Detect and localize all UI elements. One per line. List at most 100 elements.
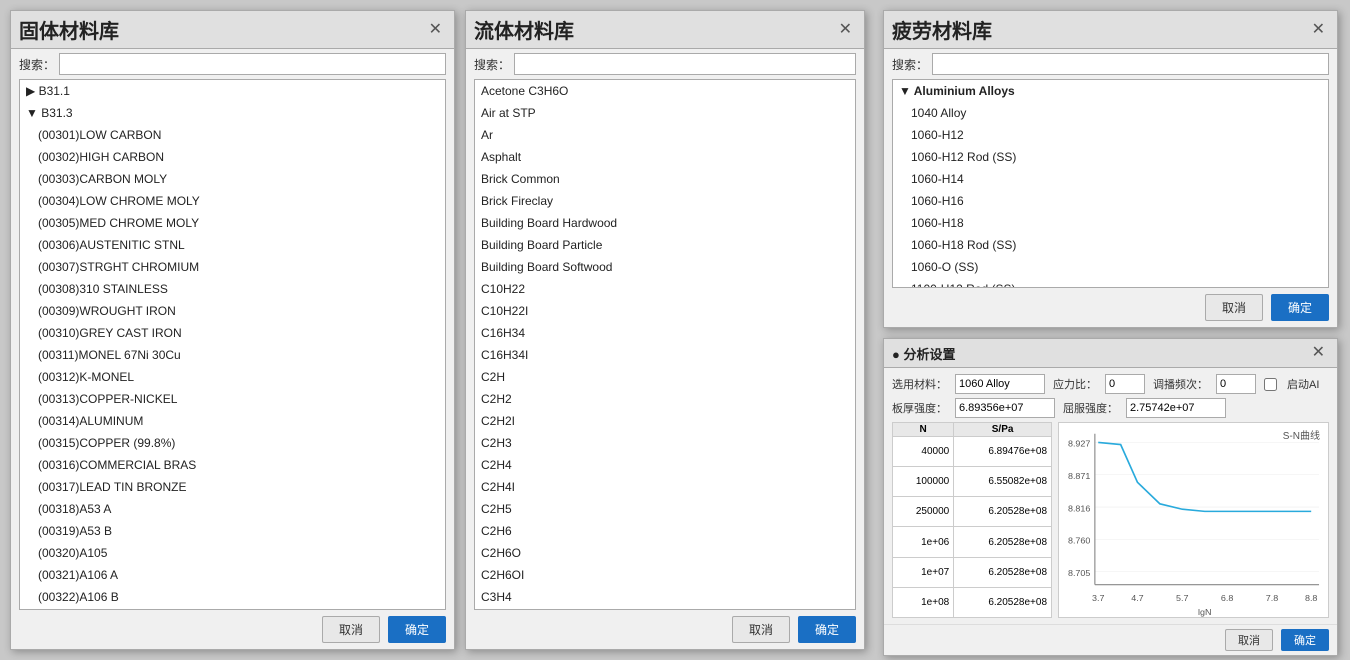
list-item[interactable]: (00317)LEAD TIN BRONZE: [20, 476, 445, 498]
dialog1-search-label: 搜索：: [19, 56, 55, 73]
list-item[interactable]: (00305)MED CHROME MOLY: [20, 212, 445, 234]
list-item[interactable]: (00304)LOW CHROME MOLY: [20, 190, 445, 212]
list-item[interactable]: (00322)A106 B: [20, 586, 445, 608]
dialog2-ok-button[interactable]: 确定: [798, 616, 856, 643]
list-item[interactable]: 1060-H12: [893, 124, 1328, 146]
dialog3-ok-button[interactable]: 确定: [1271, 294, 1329, 321]
list-item[interactable]: C2H6: [475, 520, 855, 542]
list-item[interactable]: C10H22I: [475, 300, 855, 322]
dialog3-close-button[interactable]: ✕: [1308, 20, 1329, 40]
dialog3-footer: 取消 确定: [884, 288, 1337, 327]
dialog2-cancel-button[interactable]: 取消: [732, 616, 790, 643]
list-item[interactable]: Asphalt: [475, 146, 855, 168]
list-item[interactable]: 1060-H16: [893, 190, 1328, 212]
dialog2-close-button[interactable]: ✕: [835, 20, 856, 40]
list-item[interactable]: C2H: [475, 366, 855, 388]
list-item[interactable]: C2H4I: [475, 476, 855, 498]
list-item[interactable]: C3H4: [475, 586, 855, 608]
list-item[interactable]: 1060-H18: [893, 212, 1328, 234]
limit-input[interactable]: [1126, 398, 1226, 418]
list-item[interactable]: C16H34I: [475, 344, 855, 366]
list-item[interactable]: C2H6O: [475, 542, 855, 564]
list-item[interactable]: 1100-H12 Rod (SS): [893, 278, 1328, 288]
list-item[interactable]: (00311)MONEL 67Ni 30Cu: [20, 344, 445, 366]
analysis-panel-close-button[interactable]: ✕: [1308, 343, 1329, 363]
list-item[interactable]: Acetone C3H6O: [475, 80, 855, 102]
list-item[interactable]: C2H2I: [475, 410, 855, 432]
sn-table-cell: 40000: [893, 437, 954, 467]
list-item[interactable]: (00320)A105: [20, 542, 445, 564]
sn-table-cell: 6.20528e+08: [954, 497, 1052, 527]
list-item[interactable]: C2H4: [475, 454, 855, 476]
dialog3-list[interactable]: ▼ Aluminium Alloys1040 Alloy1060-H121060…: [892, 79, 1329, 288]
list-item[interactable]: 1040 Alloy: [893, 102, 1328, 124]
list-item[interactable]: C2H3: [475, 432, 855, 454]
list-item[interactable]: (00302)HIGH CARBON: [20, 146, 445, 168]
list-item[interactable]: Building Board Hardwood: [475, 212, 855, 234]
list-item[interactable]: 1060-H18 Rod (SS): [893, 234, 1328, 256]
dialog2-list[interactable]: Acetone C3H6OAir at STPArAsphaltBrick Co…: [474, 79, 856, 610]
sn-table-cell: 250000: [893, 497, 954, 527]
sn-table-row: 400006.89476e+08: [893, 437, 1052, 467]
list-item[interactable]: (00310)GREY CAST IRON: [20, 322, 445, 344]
sn-table-cell: 6.55082e+08: [954, 467, 1052, 497]
dialog1-search-input[interactable]: [59, 53, 446, 75]
sn-chart-title: S-N曲线: [1283, 427, 1320, 442]
smooth-input[interactable]: [1216, 374, 1256, 394]
thickness-label: 板厚强度：: [892, 400, 947, 416]
list-item[interactable]: (00314)ALUMINUM: [20, 410, 445, 432]
list-item[interactable]: C16H34: [475, 322, 855, 344]
list-item[interactable]: (00308)310 STAINLESS: [20, 278, 445, 300]
list-item[interactable]: 1060-O (SS): [893, 256, 1328, 278]
list-item[interactable]: (00312)K-MONEL: [20, 366, 445, 388]
list-item[interactable]: (00319)A53 B: [20, 520, 445, 542]
dialog1-list[interactable]: ▶ B31.1▼ B31.3(00301)LOW CARBON(00302)HI…: [19, 79, 446, 610]
dialog1-cancel-button[interactable]: 取消: [322, 616, 380, 643]
config-row-thickness: 板厚强度： 屈服强度：: [892, 398, 1329, 418]
list-item[interactable]: (00316)COMMERCIAL BRAS: [20, 454, 445, 476]
list-item[interactable]: (00306)AUSTENITIC STNL: [20, 234, 445, 256]
list-item[interactable]: C2H2: [475, 388, 855, 410]
dialog2-search-input[interactable]: [514, 53, 856, 75]
list-item[interactable]: (00301)LOW CARBON: [20, 124, 445, 146]
svg-text:8.705: 8.705: [1068, 568, 1091, 578]
list-item[interactable]: C10H22: [475, 278, 855, 300]
list-item[interactable]: C2H6OI: [475, 564, 855, 586]
list-item[interactable]: Building Board Softwood: [475, 256, 855, 278]
material-input[interactable]: [955, 374, 1045, 394]
dialog3-search-row: 搜索：: [884, 49, 1337, 79]
list-item[interactable]: (00313)COPPER-NICKEL: [20, 388, 445, 410]
list-item[interactable]: (00309)WROUGHT IRON: [20, 300, 445, 322]
list-item[interactable]: ▼ B31.3: [20, 102, 445, 124]
material-label: 选用材料：: [892, 376, 947, 392]
list-item[interactable]: 1060-H12 Rod (SS): [893, 146, 1328, 168]
dialog3-cancel-button[interactable]: 取消: [1205, 294, 1263, 321]
dialog1-ok-button[interactable]: 确定: [388, 616, 446, 643]
list-item[interactable]: 1060-H14: [893, 168, 1328, 190]
sn-table-cell: 1e+06: [893, 527, 954, 557]
analysis-panel-cancel-button[interactable]: 取消: [1225, 629, 1273, 651]
dialog3-search-input[interactable]: [932, 53, 1329, 75]
thickness-input[interactable]: [955, 398, 1055, 418]
list-item[interactable]: (00318)A53 A: [20, 498, 445, 520]
ai-label: 启动AI: [1287, 376, 1319, 392]
list-item[interactable]: Brick Fireclay: [475, 190, 855, 212]
list-item[interactable]: Building Board Particle: [475, 234, 855, 256]
list-item[interactable]: (00303)CARBON MOLY: [20, 168, 445, 190]
list-item[interactable]: Brick Common: [475, 168, 855, 190]
list-item[interactable]: Air at STP: [475, 102, 855, 124]
load-input[interactable]: [1105, 374, 1145, 394]
analysis-panel-ok-button[interactable]: 确定: [1281, 629, 1329, 651]
dialog3-title-text: 疲劳材料库: [892, 15, 992, 44]
list-item[interactable]: Ar: [475, 124, 855, 146]
sn-chart: S-N曲线 8.927 8.871 8.816 8.760 8.705 3.7 …: [1058, 422, 1329, 618]
dialog1-close-button[interactable]: ✕: [425, 20, 446, 40]
list-item[interactable]: C2H5: [475, 498, 855, 520]
list-item[interactable]: (00321)A106 A: [20, 564, 445, 586]
list-item[interactable]: ▶ B31.1: [20, 80, 445, 102]
analysis-settings-panel: ● 分析设置 ✕ 选用材料： 应力比： 调播频次： 启动AI 板厚强度： 屈服强…: [883, 338, 1338, 656]
list-item[interactable]: (00307)STRGHT CHROMIUM: [20, 256, 445, 278]
ai-checkbox[interactable]: [1264, 378, 1277, 391]
list-item[interactable]: (00315)COPPER (99.8%): [20, 432, 445, 454]
list-item[interactable]: ▼ Aluminium Alloys: [893, 80, 1328, 102]
